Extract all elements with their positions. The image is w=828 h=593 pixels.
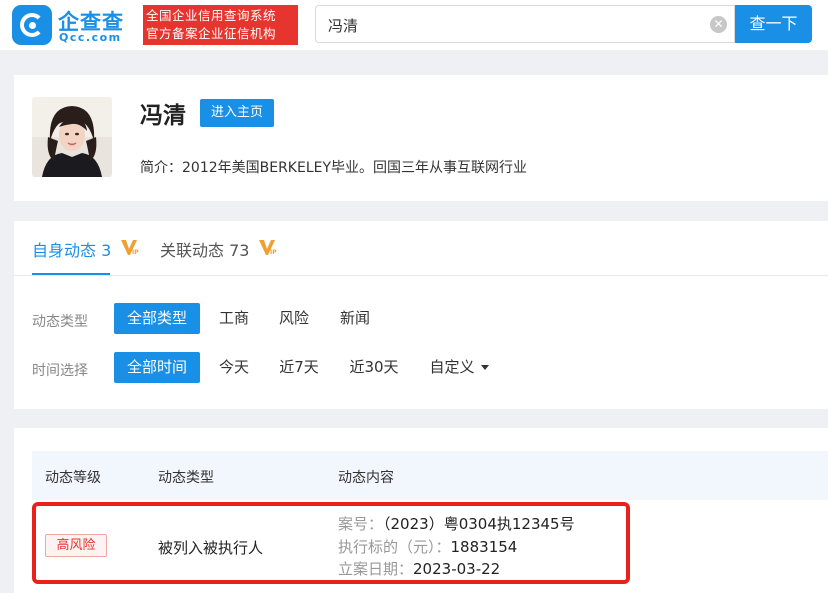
search-button[interactable]: 查一下 — [735, 5, 812, 43]
avatar — [32, 97, 112, 177]
qcc-logo[interactable]: 企查查 Qcc.com — [12, 5, 140, 45]
time-select-label: 时间选择 — [32, 363, 88, 379]
tab-related-dynamics[interactable]: 关联动态 73 — [160, 237, 249, 261]
intro-label: 简介： — [140, 160, 182, 176]
filter-time-7days[interactable]: 近7天 — [274, 352, 324, 383]
filter-type-business[interactable]: 工商 — [214, 303, 254, 334]
slogan-line-2: 官方备案企业征信机构 — [146, 26, 277, 41]
column-header: 动态类型 — [158, 470, 214, 486]
dynamics-filter-card: 自身动态 3 IP 关联动态 73 IP 动态类型 全部类型 工商 风险 新闻 … — [14, 221, 828, 409]
filter-time-30days[interactable]: 近30天 — [344, 352, 404, 383]
clear-icon[interactable]: ✕ — [710, 16, 727, 33]
dynamics-tabs: 自身动态 3 IP 关联动态 73 IP — [14, 221, 828, 276]
filter-type-all[interactable]: 全部类型 — [114, 303, 200, 334]
person-intro: 简介：2012年美国BERKELEY毕业。回国三年从事互联网行业 — [140, 157, 527, 177]
search-box: ✕ — [315, 5, 735, 43]
filter-type-news[interactable]: 新闻 — [334, 303, 376, 334]
caret-down-icon — [480, 365, 489, 370]
detail-value: （2023）粤0304执12345号 — [383, 515, 575, 533]
slogan-badge: 全国企业信用查询系统 官方备案企业征信机构 — [143, 5, 298, 45]
tab-count: 73 — [229, 241, 250, 260]
dynamics-table-card: 动态等级 动态类型 动态内容 高风险 被列入被执行人 案号：（2023）粤030… — [14, 428, 828, 593]
table-header: 动态等级 动态类型 动态内容 — [32, 451, 828, 500]
slogan-line-1: 全国企业信用查询系统 — [146, 8, 277, 23]
active-tab-indicator — [32, 273, 110, 275]
intro-text: 2012年美国BERKELEY毕业。回国三年从事互联网行业 — [182, 160, 528, 176]
dynamic-type-label: 动态类型 — [32, 314, 88, 330]
top-header: 企查查 Qcc.com 全国企业信用查询系统 官方备案企业征信机构 ✕ 查一下 — [0, 0, 828, 50]
column-header: 动态内容 — [338, 470, 394, 486]
enter-homepage-button[interactable]: 进入主页 — [200, 99, 274, 127]
detail-key: 执行标的（元）： — [338, 538, 451, 556]
execution-amount: 执行标的（元）：1883154 — [338, 536, 517, 557]
svg-text:IP: IP — [132, 249, 139, 256]
svg-text:IP: IP — [270, 249, 277, 256]
dynamic-type-cell: 被列入被执行人 — [158, 539, 264, 557]
filter-type-risk[interactable]: 风险 — [274, 303, 314, 334]
tab-own-dynamics[interactable]: 自身动态 3 — [32, 237, 111, 261]
vip-icon: IP — [121, 240, 139, 256]
custom-label: 自定义 — [429, 358, 475, 376]
detail-key: 立案日期： — [338, 560, 414, 578]
risk-level-badge: 高风险 — [45, 534, 107, 557]
filing-date: 立案日期：2023-03-22 — [338, 558, 500, 579]
qcc-logo-icon — [12, 5, 52, 45]
vip-icon: IP — [259, 240, 277, 256]
tab-label: 关联动态 — [160, 241, 225, 260]
search-input[interactable] — [328, 14, 698, 36]
table-row[interactable]: 高风险 被列入被执行人 案号：（2023）粤0304执12345号 执行标的（元… — [32, 500, 828, 593]
person-profile-card: 冯清 进入主页 简介：2012年美国BERKELEY毕业。回国三年从事互联网行业 — [14, 75, 828, 201]
tab-count: 3 — [101, 241, 112, 260]
case-number: 案号：（2023）粤0304执12345号 — [338, 513, 575, 534]
column-header: 动态等级 — [45, 470, 101, 486]
detail-value: 1883154 — [450, 538, 518, 556]
logo-domain: Qcc.com — [59, 31, 122, 44]
person-name: 冯清 — [140, 103, 186, 129]
detail-value: 2023-03-22 — [413, 560, 501, 578]
tab-label: 自身动态 — [32, 241, 97, 260]
filter-time-all[interactable]: 全部时间 — [114, 352, 200, 383]
detail-key: 案号： — [338, 515, 384, 533]
filter-time-today[interactable]: 今天 — [214, 352, 254, 383]
filter-time-custom[interactable]: 自定义 — [424, 352, 494, 383]
